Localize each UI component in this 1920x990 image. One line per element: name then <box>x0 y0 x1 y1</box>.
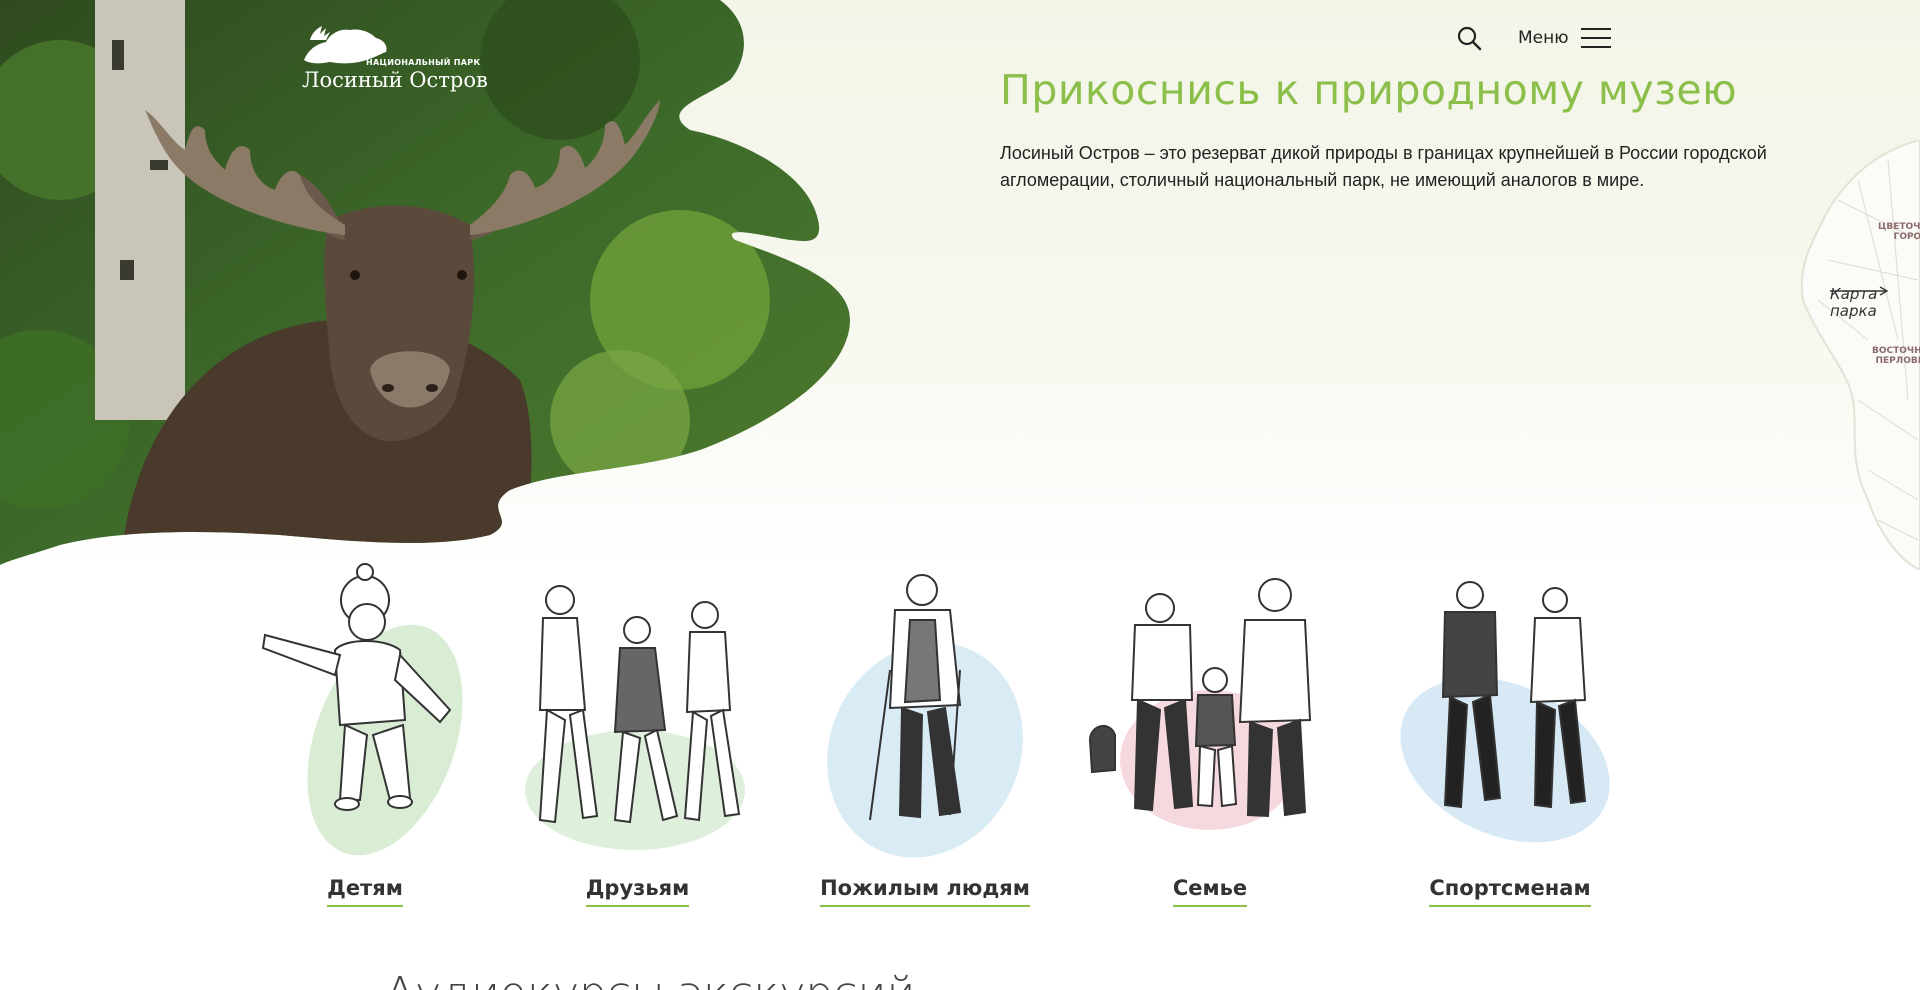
hero-title: Прикоснись к природному музею <box>1000 66 1738 114</box>
park-map-tab[interactable]: ЦВЕТОЧНЫЙГОРОД ВОСТОЧНАЯПЕРЛОВКА Карта п… <box>1798 140 1920 570</box>
page: НАЦИОНАЛЬНЫЙ ПАРК Лосиный Остров Меню Пр… <box>0 0 1920 990</box>
logo-subtitle: НАЦИОНАЛЬНЫЙ ПАРК <box>366 58 481 67</box>
audience-section: Детям Друзьям Пожилым людям Семье Спортс… <box>0 560 1920 920</box>
menu-button[interactable]: Меню <box>1518 24 1611 52</box>
map-place-label: ЦВЕТОЧНЫЙГОРОД <box>1878 222 1920 242</box>
map-place-label: ВОСТОЧНАЯПЕРЛОВКА <box>1872 346 1920 366</box>
audience-label[interactable]: Друзьям <box>515 876 760 907</box>
hero-description: Лосиный Остров – это резерват дикой прир… <box>1000 143 1767 190</box>
park-logo[interactable]: НАЦИОНАЛЬНЫЙ ПАРК Лосиный Остров <box>300 24 488 94</box>
audience-card-athletes[interactable]: Спортсменам <box>1385 560 1635 920</box>
elderly-illustration <box>810 560 1040 860</box>
audience-label[interactable]: Пожилым людям <box>810 876 1040 907</box>
arrow-right-icon <box>1830 286 1889 296</box>
search-icon <box>1457 26 1482 51</box>
logo-name: Лосиный Остров <box>302 68 488 92</box>
hamburger-icon <box>1580 27 1611 49</box>
search-button[interactable] <box>1455 24 1483 52</box>
audience-card-kids[interactable]: Детям <box>255 560 475 920</box>
map-link-label[interactable]: Карта парка <box>1830 286 1889 320</box>
audience-card-family[interactable]: Семье <box>1080 560 1340 920</box>
athletes-illustration <box>1385 560 1635 860</box>
menu-label: Меню <box>1518 28 1569 48</box>
kids-illustration <box>255 560 475 860</box>
friends-illustration <box>515 560 760 860</box>
audience-label[interactable]: Спортсменам <box>1385 876 1635 907</box>
audience-label[interactable]: Семье <box>1080 876 1340 907</box>
audience-card-friends[interactable]: Друзьям <box>515 560 760 920</box>
audience-label[interactable]: Детям <box>255 876 475 907</box>
family-illustration <box>1080 560 1340 860</box>
audience-card-elderly[interactable]: Пожилым людям <box>810 560 1040 920</box>
section-heading-audio-tours: Аудиокурсы экскурсий <box>385 968 916 990</box>
